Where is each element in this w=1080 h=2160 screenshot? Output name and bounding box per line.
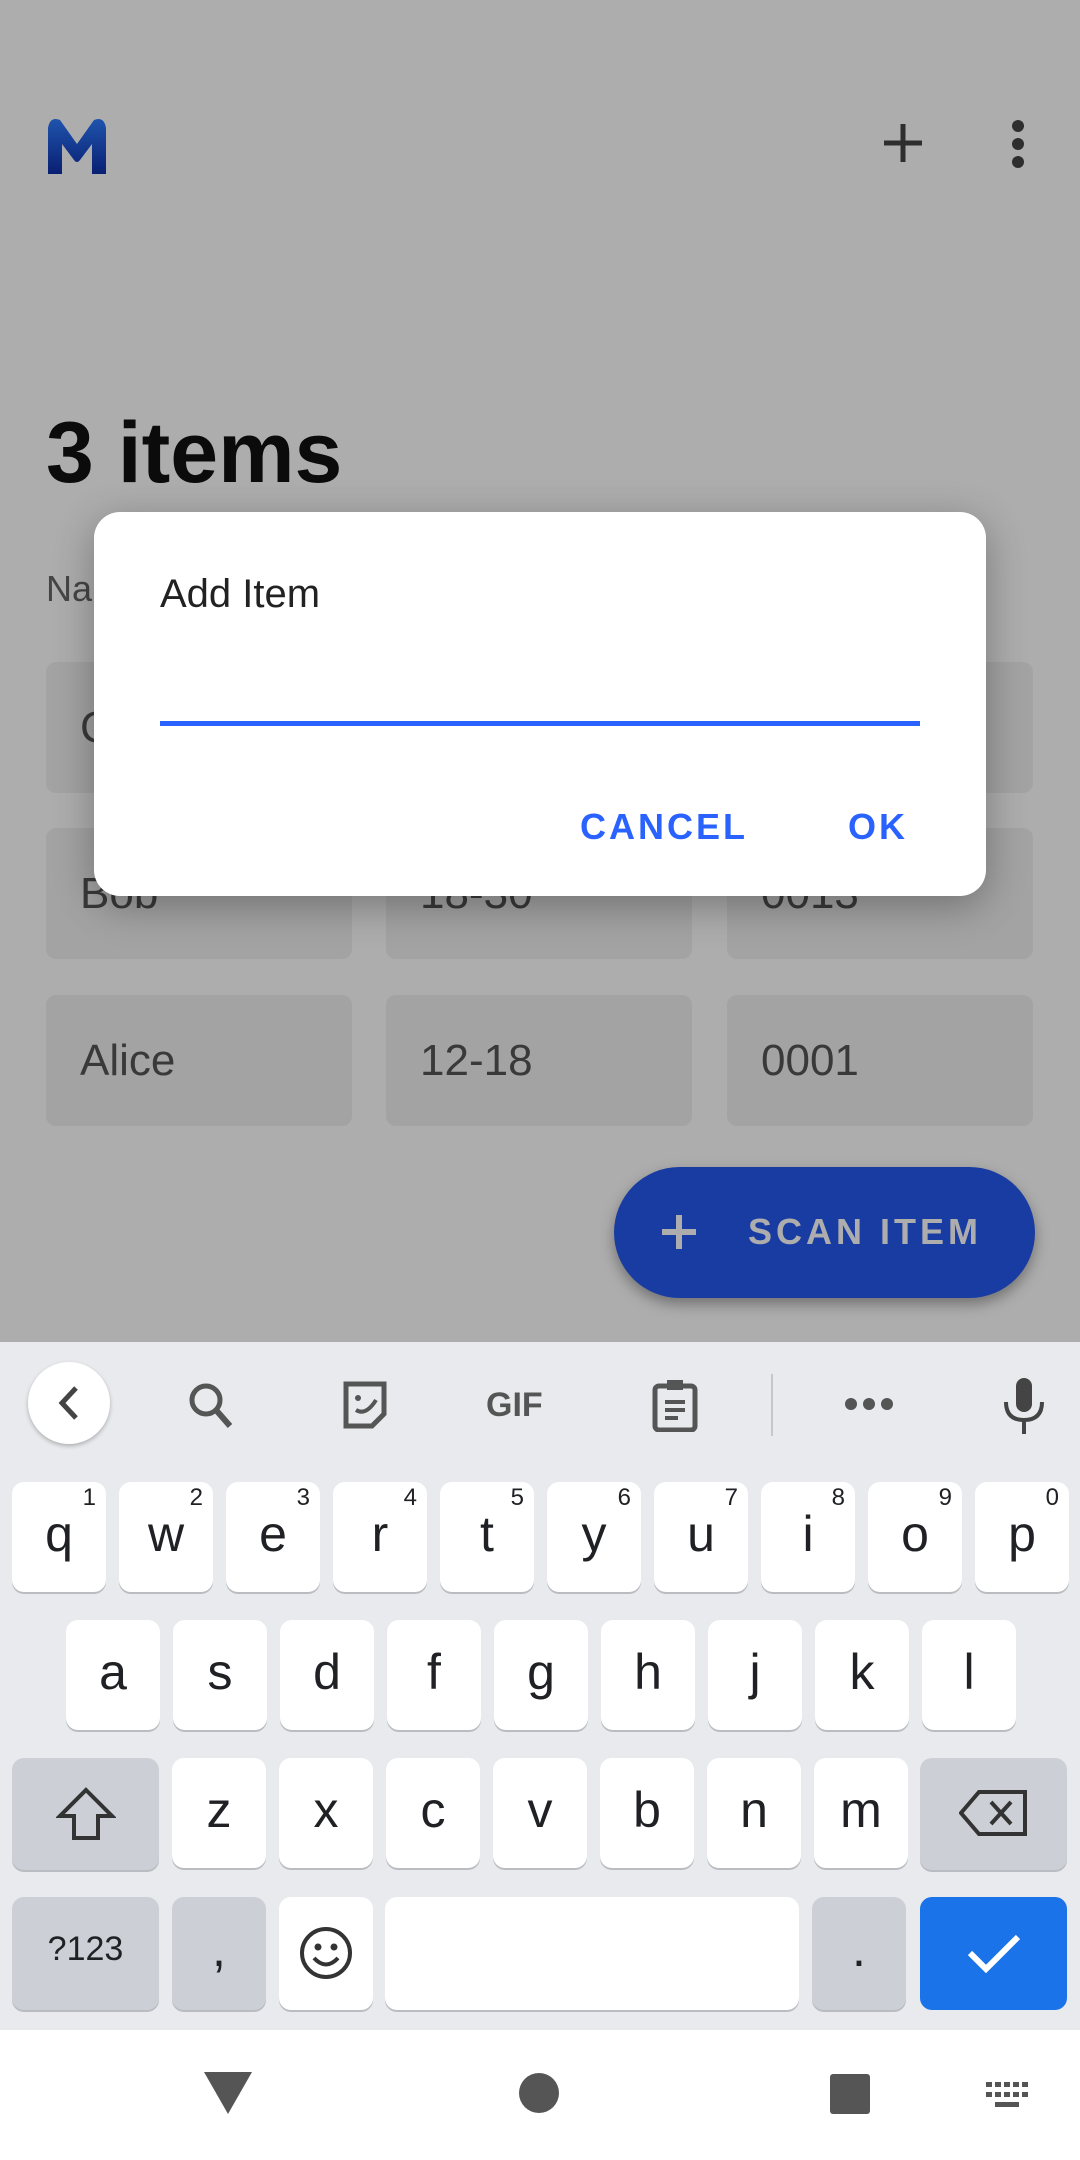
key-label: g [527,1644,555,1700]
key-hint: 4 [403,1484,417,1511]
key-m[interactable]: m [814,1758,908,1868]
shift-key[interactable] [12,1758,159,1870]
key-label: h [634,1644,662,1700]
key-label: l [963,1644,975,1700]
home-nav-button[interactable] [518,2072,560,2114]
key-v[interactable]: v [493,1758,587,1868]
mic-icon[interactable] [1002,1376,1046,1436]
key-p[interactable]: p0 [975,1482,1069,1592]
key-label: p [1008,1506,1036,1562]
cancel-button[interactable]: CANCEL [580,806,748,848]
key-label: o [901,1506,929,1562]
back-nav-button[interactable] [204,2072,252,2114]
key-label: n [740,1782,768,1838]
key-label: x [313,1782,339,1838]
toolbar-divider [771,1374,773,1436]
key-label: k [849,1644,875,1700]
emoji-icon [300,1927,352,1979]
key-k[interactable]: k [815,1620,909,1730]
key-hint: 7 [724,1484,738,1511]
key-b[interactable]: b [600,1758,694,1868]
key-a[interactable]: a [66,1620,160,1730]
search-icon[interactable] [186,1380,236,1430]
keyboard: GIF q1w2e3r4t5y6u7i8o9p0asdfghjklzxcvbnm… [0,1342,1080,2030]
key-label: r [371,1506,389,1562]
key-hint: 1 [82,1484,96,1511]
key-hint: 6 [617,1484,631,1511]
key-label: v [527,1782,553,1838]
key-label: q [45,1506,73,1562]
key-r[interactable]: r4 [333,1482,427,1592]
add-item-dialog: Add Item CANCEL OK [94,512,986,896]
key-o[interactable]: o9 [868,1482,962,1592]
key-n[interactable]: n [707,1758,801,1868]
key-label: w [147,1506,185,1562]
key-label: c [420,1782,446,1838]
key-label: e [259,1506,287,1562]
key-q[interactable]: q1 [12,1482,106,1592]
keyboard-switch-icon[interactable] [986,2082,1028,2110]
key-hint: 0 [1045,1484,1059,1511]
key-s[interactable]: s [173,1620,267,1730]
sticker-icon[interactable] [342,1380,388,1430]
space-key[interactable] [385,1897,799,2010]
key-hint: 2 [189,1484,203,1511]
key-label: i [802,1506,814,1562]
key-g[interactable]: g [494,1620,588,1730]
period-key[interactable]: . [812,1897,906,2010]
key-hint: 3 [296,1484,310,1511]
enter-key[interactable] [920,1897,1067,2010]
key-label: j [749,1644,761,1700]
key-label: s [207,1644,233,1700]
dialog-title: Add Item [160,572,321,616]
key-w[interactable]: w2 [119,1482,213,1592]
key-hint: 5 [510,1484,524,1511]
key-label: u [687,1506,715,1562]
back-icon[interactable] [28,1362,110,1444]
key-label: b [633,1782,661,1838]
key-i[interactable]: i8 [761,1482,855,1592]
key-d[interactable]: d [280,1620,374,1730]
key-x[interactable]: x [279,1758,373,1868]
key-t[interactable]: t5 [440,1482,534,1592]
key-label: z [206,1782,232,1838]
key-label: y [581,1506,607,1562]
key-e[interactable]: e3 [226,1482,320,1592]
key-j[interactable]: j [708,1620,802,1730]
key-label: a [99,1644,127,1700]
check-icon [967,1934,1020,1974]
key-label: m [840,1782,882,1838]
navigation-bar [0,2030,1080,2160]
more-horiz-icon[interactable] [844,1396,894,1412]
key-l[interactable]: l [922,1620,1016,1730]
key-y[interactable]: y6 [547,1482,641,1592]
key-label: f [427,1644,441,1700]
comma-key[interactable]: , [172,1897,266,2010]
recents-nav-button[interactable] [830,2074,870,2114]
key-z[interactable]: z [172,1758,266,1868]
item-input[interactable] [160,662,920,726]
gif-button[interactable]: GIF [486,1386,543,1425]
backspace-key[interactable] [920,1758,1067,1870]
key-f[interactable]: f [387,1620,481,1730]
symbols-key[interactable]: ?123 [12,1897,159,2010]
key-label: d [313,1644,341,1700]
key-u[interactable]: u7 [654,1482,748,1592]
emoji-key[interactable] [279,1897,373,2010]
key-label: t [480,1506,494,1562]
key-h[interactable]: h [601,1620,695,1730]
ok-button[interactable]: OK [848,806,908,848]
key-hint: 9 [938,1484,952,1511]
key-hint: 8 [831,1484,845,1511]
clipboard-icon[interactable] [652,1378,698,1432]
key-c[interactable]: c [386,1758,480,1868]
